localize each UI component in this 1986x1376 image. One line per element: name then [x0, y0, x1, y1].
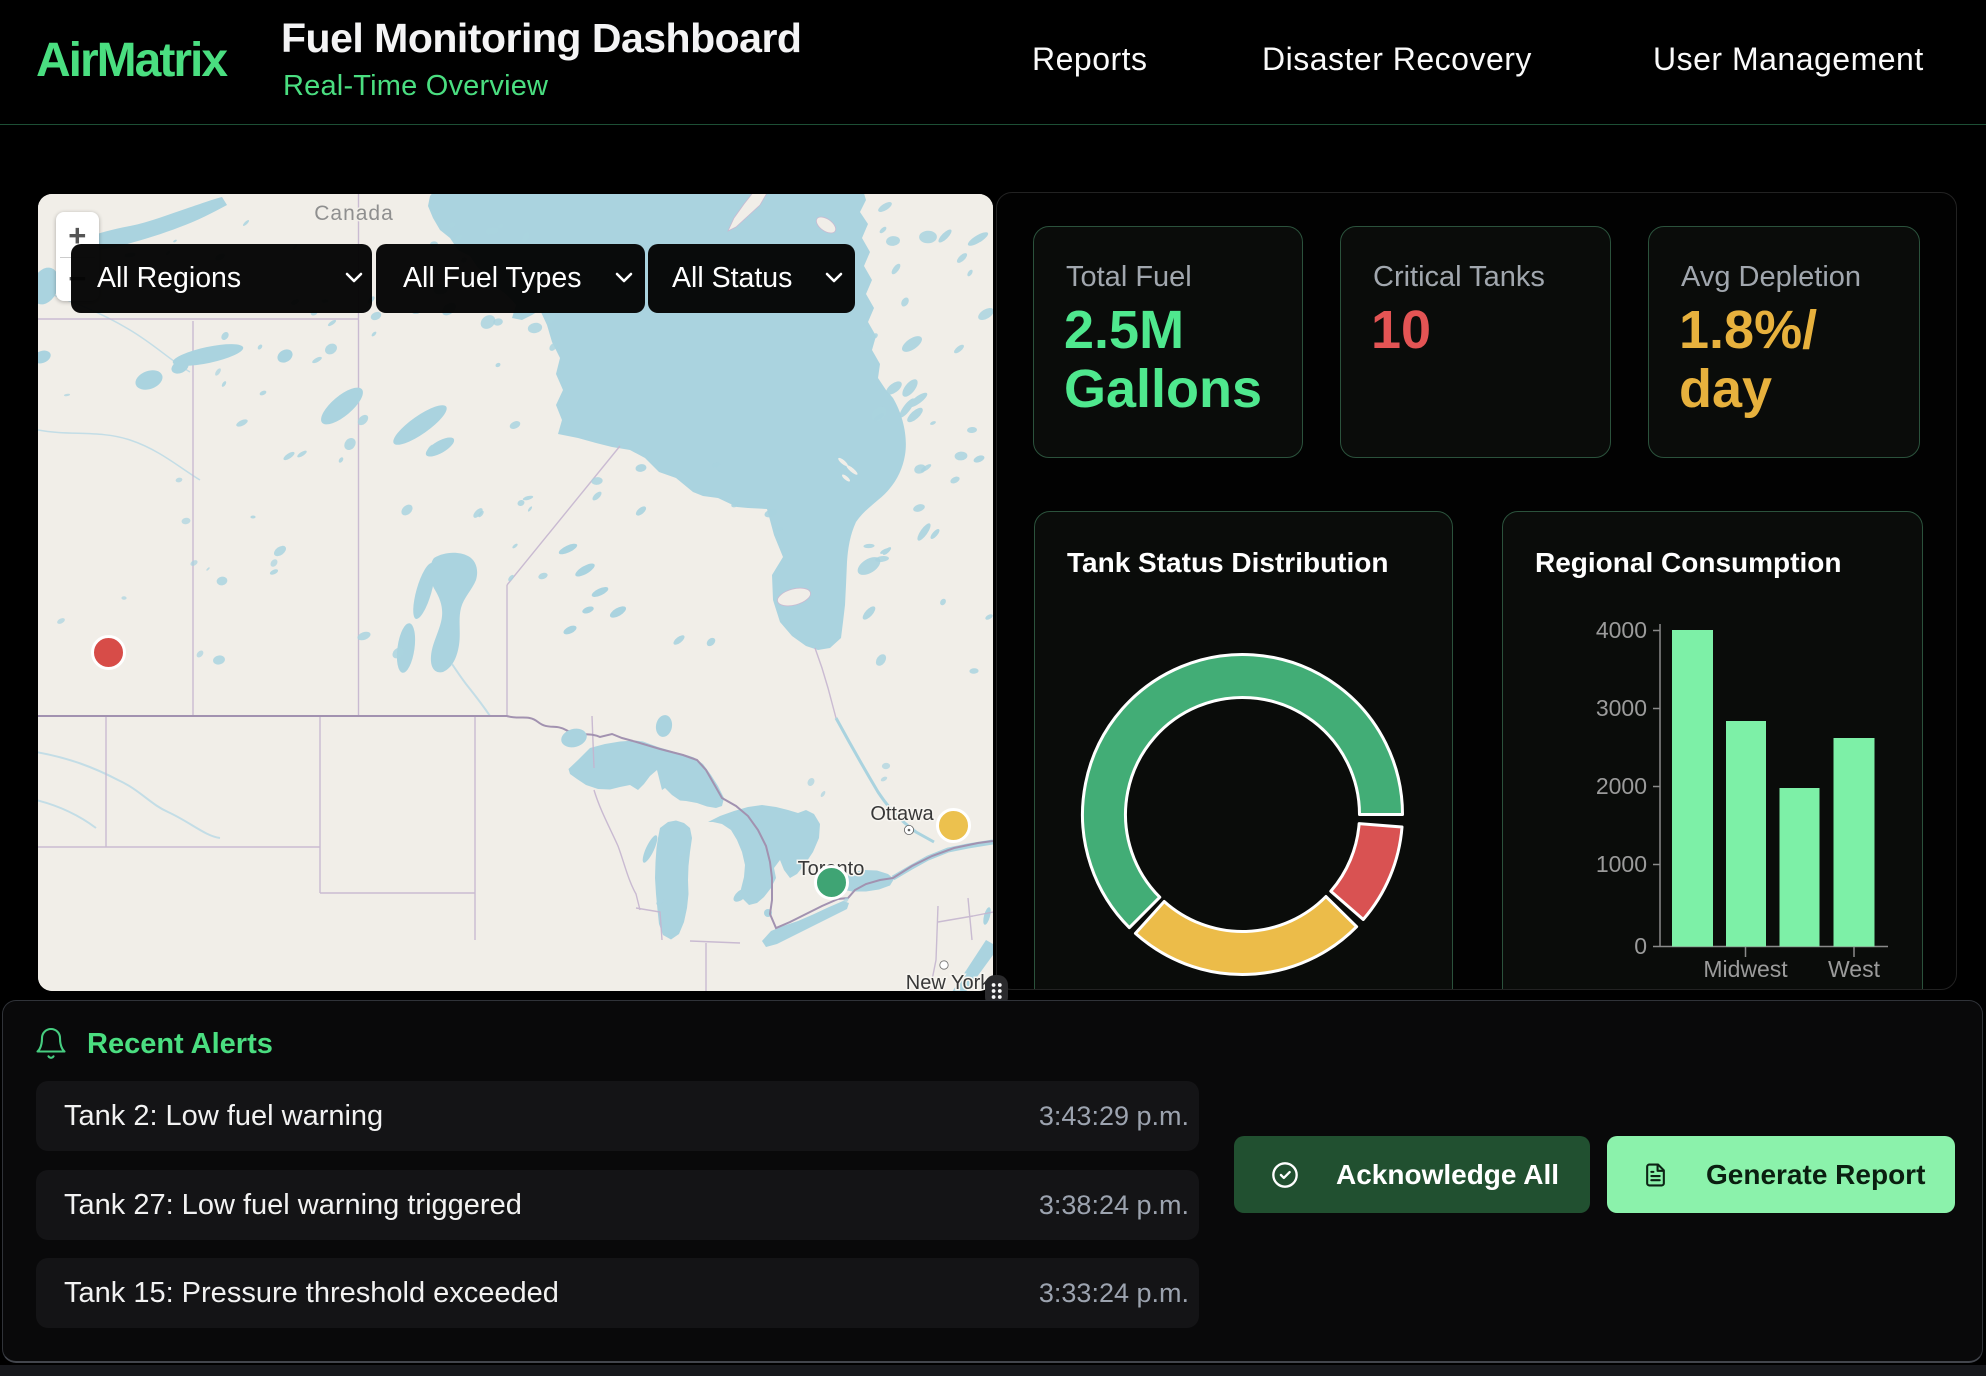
svg-text:3000: 3000 [1596, 695, 1647, 721]
svg-text:Ottawa: Ottawa [870, 803, 934, 825]
svg-text:Midwest: Midwest [1703, 956, 1788, 982]
svg-text:2000: 2000 [1596, 773, 1647, 799]
svg-text:4000: 4000 [1596, 617, 1647, 643]
svg-text:1000: 1000 [1596, 851, 1647, 877]
svg-text:New York: New York [906, 972, 991, 991]
svg-text:West: West [1828, 956, 1881, 982]
svg-text:0: 0 [1634, 933, 1647, 959]
svg-text:Canada: Canada [314, 202, 394, 225]
